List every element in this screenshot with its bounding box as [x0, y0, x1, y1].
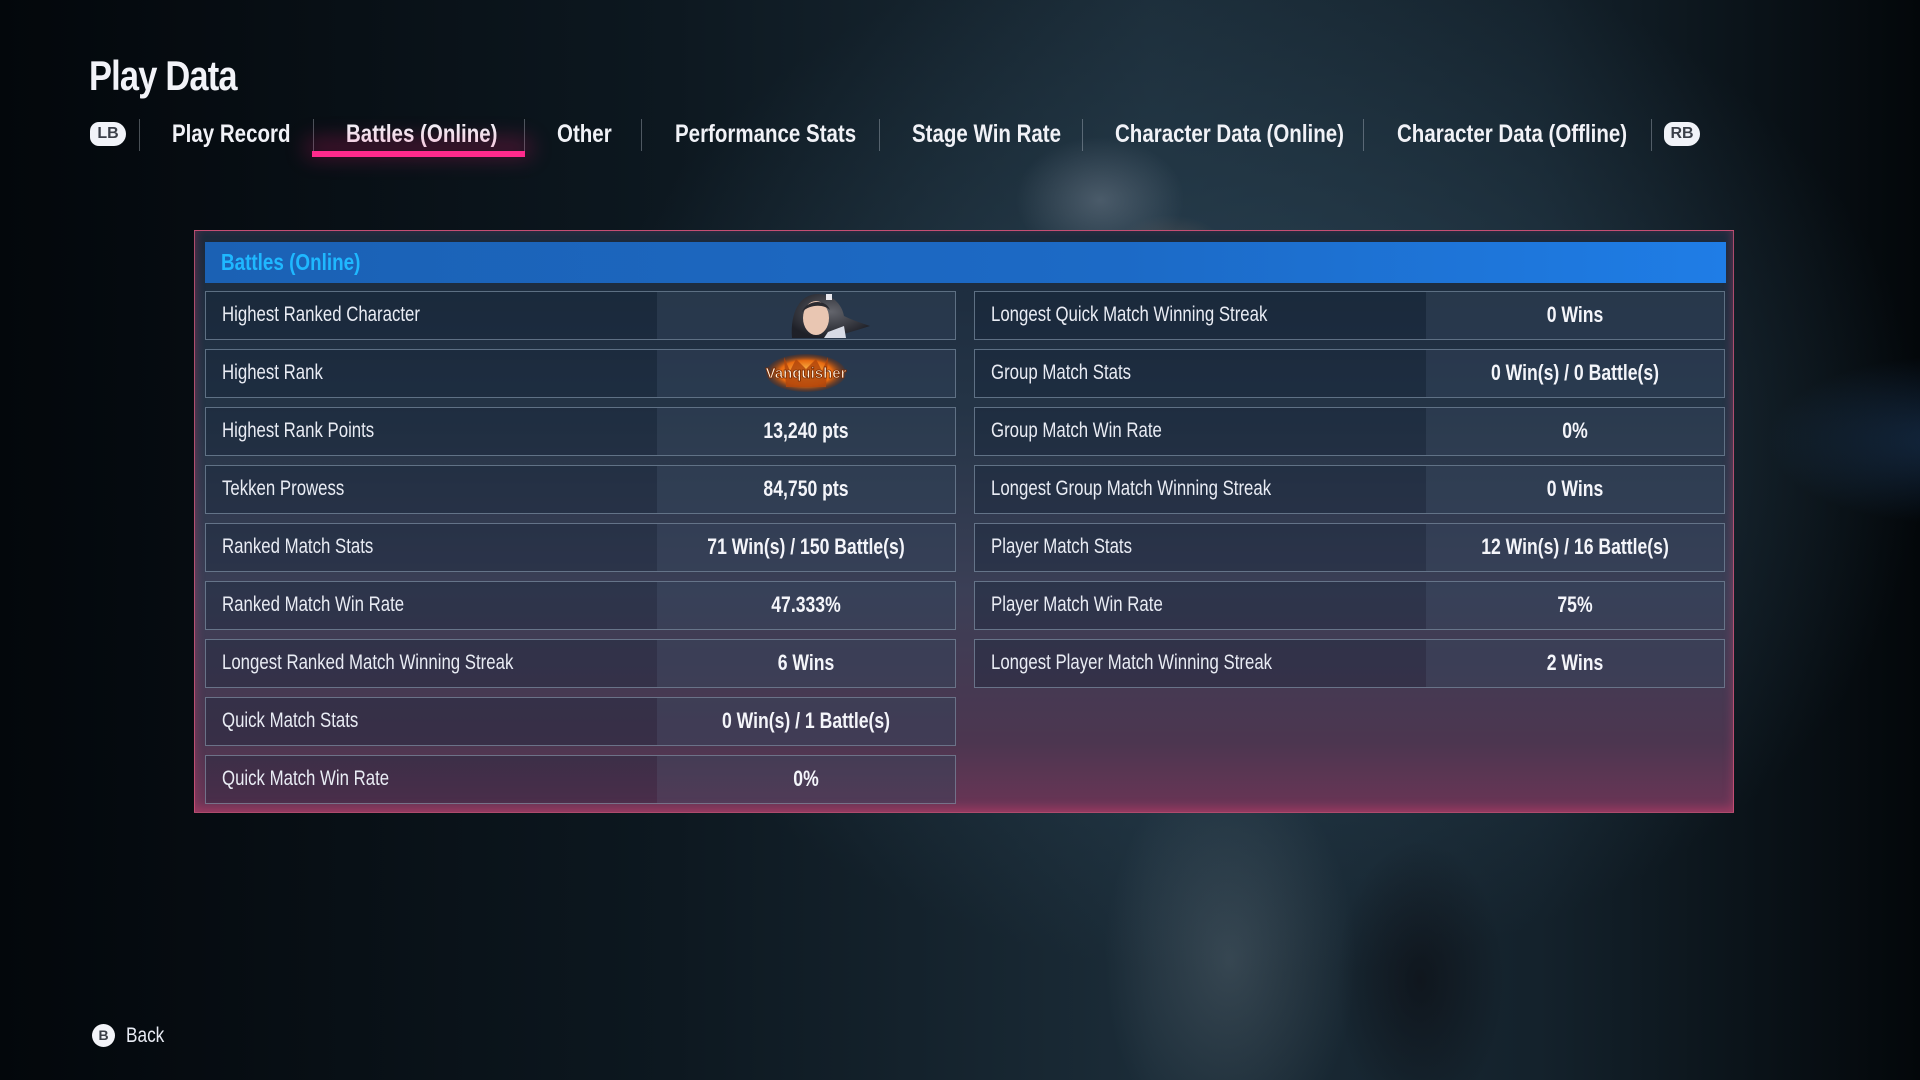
stat-label: Ranked Match Win Rate: [222, 593, 405, 616]
stat-value-cell: 12 Win(s) / 16 Battle(s): [1426, 524, 1724, 571]
stat-value: 84,750 pts: [763, 476, 849, 501]
stat-value-cell: 0 Win(s) / 0 Battle(s): [1426, 350, 1724, 397]
back-label: Back: [126, 1024, 165, 1047]
stat-label: Highest Rank Points: [222, 419, 375, 442]
stat-value-cell: 0 Wins: [1426, 466, 1724, 513]
stat-row: Player Match Stats 12 Win(s) / 16 Battle…: [974, 523, 1725, 572]
stat-row: Highest Rank Points 13,240 pts: [205, 407, 956, 456]
stat-value: 0 Wins: [1546, 302, 1604, 327]
stat-row: Group Match Win Rate 0%: [974, 407, 1725, 456]
stat-label: Quick Match Win Rate: [222, 767, 390, 790]
stat-value-cell: 0 Win(s) / 1 Battle(s): [657, 698, 955, 745]
panel-header: Battles (Online): [205, 242, 1726, 283]
stat-value: 47.333%: [771, 592, 841, 617]
stat-label: Ranked Match Stats: [222, 535, 374, 558]
stat-row-highest-rank: Highest Rank Vanquisher: [205, 349, 956, 398]
stat-row: Quick Match Win Rate 0%: [205, 755, 956, 804]
rank-badge-label: Vanquisher: [766, 365, 847, 382]
stat-row-highest-ranked-character: Highest Ranked Character: [205, 291, 956, 340]
stat-label: Longest Ranked Match Winning Streak: [222, 651, 514, 674]
b-button-icon: B: [92, 1024, 115, 1047]
stat-value-cell: 47.333%: [657, 582, 955, 629]
stat-value: 0 Wins: [1546, 476, 1604, 501]
battles-online-panel: Battles (Online) Highest Ranked Characte…: [194, 230, 1734, 813]
tab-battles-online[interactable]: Battles (Online): [346, 114, 497, 154]
stat-row: Tekken Prowess 84,750 pts: [205, 465, 956, 514]
page-title: Play Data: [89, 52, 238, 99]
stat-value-cell: 2 Wins: [1426, 640, 1724, 687]
tab-performance-stats[interactable]: Performance Stats: [675, 114, 856, 154]
tab-divider: [313, 119, 314, 151]
stat-value: 75%: [1557, 592, 1593, 617]
stat-label: Group Match Win Rate: [991, 419, 1162, 442]
stat-row: Ranked Match Stats 71 Win(s) / 150 Battl…: [205, 523, 956, 572]
stat-label: Longest Group Match Winning Streak: [991, 477, 1272, 500]
stat-label: Highest Ranked Character: [222, 303, 420, 326]
stat-value: 0 Win(s) / 0 Battle(s): [1490, 360, 1660, 385]
panel-header-title: Battles (Online): [221, 249, 361, 275]
stat-row: Longest Player Match Winning Streak 2 Wi…: [974, 639, 1725, 688]
tab-play-record[interactable]: Play Record: [172, 114, 291, 154]
stat-row: Longest Quick Match Winning Streak 0 Win…: [974, 291, 1725, 340]
tab-other[interactable]: Other: [557, 114, 612, 154]
stat-value: 71 Win(s) / 150 Battle(s): [707, 534, 905, 559]
stat-label: Longest Player Match Winning Streak: [991, 651, 1273, 674]
stat-row: Ranked Match Win Rate 47.333%: [205, 581, 956, 630]
stat-label: Longest Quick Match Winning Streak: [991, 303, 1268, 326]
stat-value-cell: Vanquisher: [657, 350, 955, 397]
stat-value: 0%: [793, 766, 819, 791]
stat-label: Highest Rank: [222, 361, 323, 384]
stat-row: Longest Ranked Match Winning Streak 6 Wi…: [205, 639, 956, 688]
stat-label: Quick Match Stats: [222, 709, 359, 732]
stat-row: Group Match Stats 0 Win(s) / 0 Battle(s): [974, 349, 1725, 398]
stat-value-cell: 0 Wins: [1426, 292, 1724, 339]
tab-divider: [1082, 119, 1083, 151]
rb-bumper-icon[interactable]: RB: [1664, 122, 1700, 146]
stat-value: 0 Win(s) / 1 Battle(s): [721, 708, 891, 733]
active-tab-indicator: [312, 151, 525, 157]
stat-value-cell: 0%: [1426, 408, 1724, 455]
lb-bumper-icon[interactable]: LB: [90, 122, 126, 146]
stat-label: Player Match Stats: [991, 535, 1132, 558]
stat-label: Tekken Prowess: [222, 477, 345, 500]
stat-value-cell: 71 Win(s) / 150 Battle(s): [657, 524, 955, 571]
stat-row: Player Match Win Rate 75%: [974, 581, 1725, 630]
stat-label: Player Match Win Rate: [991, 593, 1163, 616]
stat-value-cell: 0%: [657, 756, 955, 803]
tab-divider: [1363, 119, 1364, 151]
stat-row: Quick Match Stats 0 Win(s) / 1 Battle(s): [205, 697, 956, 746]
tab-divider: [641, 119, 642, 151]
tab-stage-win-rate[interactable]: Stage Win Rate: [912, 114, 1061, 154]
stat-value-cell: 75%: [1426, 582, 1724, 629]
stat-value: 13,240 pts: [763, 418, 849, 443]
stat-row: Longest Group Match Winning Streak 0 Win…: [974, 465, 1725, 514]
stat-value: 12 Win(s) / 16 Battle(s): [1481, 534, 1669, 559]
tab-character-data-online[interactable]: Character Data (Online): [1115, 114, 1344, 154]
stat-label: Group Match Stats: [991, 361, 1132, 384]
tab-divider: [524, 119, 525, 151]
character-portrait-image: [791, 294, 870, 338]
stat-value: 6 Wins: [777, 650, 835, 675]
stat-value: 0%: [1562, 418, 1588, 443]
stat-value-cell: [657, 292, 955, 339]
stat-value: 2 Wins: [1546, 650, 1604, 675]
tab-divider: [879, 119, 880, 151]
rank-badge-icon: Vanquisher: [765, 354, 847, 392]
stat-value-cell: 6 Wins: [657, 640, 955, 687]
tab-character-data-offline[interactable]: Character Data (Offline): [1397, 114, 1627, 154]
stat-value-cell: 84,750 pts: [657, 466, 955, 513]
tab-divider: [139, 119, 140, 151]
tab-divider: [1651, 119, 1652, 151]
stat-value-cell: 13,240 pts: [657, 408, 955, 455]
tab-bar: LB Play Record Battles (Online) Other Pe…: [0, 114, 1920, 156]
